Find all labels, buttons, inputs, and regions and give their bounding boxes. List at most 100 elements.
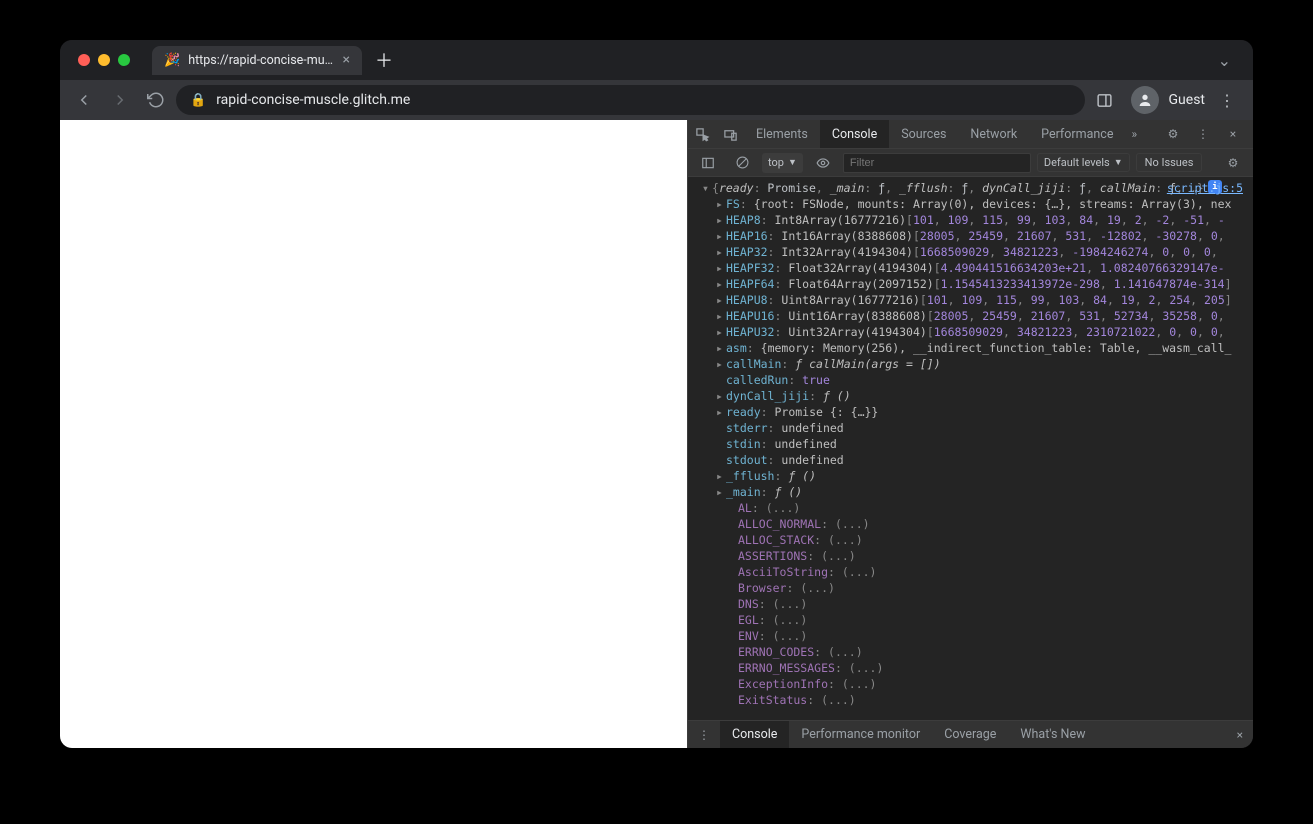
expand-arrow-icon[interactable]: ▸ — [716, 308, 726, 324]
devtools-tab-network[interactable]: Network — [958, 120, 1029, 148]
expand-arrow-icon[interactable]: ▸ — [716, 324, 726, 340]
minimize-window-icon[interactable] — [98, 54, 110, 66]
console-row[interactable]: ASSERTIONS: (...) — [694, 548, 1253, 564]
close-devtools-icon[interactable]: × — [1219, 127, 1247, 141]
drawer-tab-console[interactable]: Console — [720, 721, 789, 748]
console-row[interactable]: stdin: undefined — [694, 436, 1253, 452]
expand-arrow-icon[interactable]: ▸ — [716, 260, 726, 276]
expand-arrow-icon[interactable]: ▸ — [716, 468, 726, 484]
maximize-window-icon[interactable] — [118, 54, 130, 66]
issues-button[interactable]: No Issues — [1136, 153, 1203, 172]
expand-arrow-icon[interactable]: ▸ — [716, 228, 726, 244]
console-row[interactable]: ALLOC_STACK: (...) — [694, 532, 1253, 548]
console-row[interactable]: stderr: undefined — [694, 420, 1253, 436]
console-row[interactable]: ▸_main: ƒ () — [694, 484, 1253, 500]
expand-arrow-icon[interactable]: ▸ — [716, 244, 726, 260]
settings-gear-icon[interactable]: ⚙ — [1159, 127, 1187, 141]
console-row[interactable]: ERRNO_CODES: (...) — [694, 644, 1253, 660]
page-viewport[interactable] — [60, 120, 687, 748]
url-text: rapid-concise-muscle.glitch.me — [216, 92, 410, 108]
console-row[interactable]: EGL: (...) — [694, 612, 1253, 628]
console-filter-input[interactable] — [843, 153, 1031, 173]
console-row[interactable]: ▸FS: {root: FSNode, mounts: Array(0), de… — [694, 196, 1253, 212]
drawer-tab-performance-monitor[interactable]: Performance monitor — [789, 721, 932, 748]
window-controls — [68, 54, 140, 66]
console-row[interactable]: ▸dynCall_jiji: ƒ () — [694, 388, 1253, 404]
console-row[interactable]: ▸ready: Promise {: {…}} — [694, 404, 1253, 420]
devtools-tab-elements[interactable]: Elements — [744, 120, 820, 148]
console-row[interactable]: ▸HEAPU16: Uint16Array(8388608) [28005, 2… — [694, 308, 1253, 324]
console-row[interactable]: ▸HEAPF64: Float64Array(2097152) [1.15454… — [694, 276, 1253, 292]
device-toolbar-icon[interactable] — [716, 127, 744, 142]
profile-avatar-icon[interactable] — [1131, 86, 1159, 114]
devtools-menu-icon[interactable]: ⋮ — [1189, 127, 1217, 141]
console-row[interactable]: ▸HEAP8: Int8Array(16777216) [101, 109, 1… — [694, 212, 1253, 228]
browser-menu-button[interactable]: ⋮ — [1209, 91, 1245, 110]
tabs-dropdown-icon[interactable]: ⌄ — [1204, 51, 1245, 70]
console-row[interactable]: ▸HEAP16: Int16Array(8388608) [28005, 254… — [694, 228, 1253, 244]
expand-arrow-icon[interactable]: ▸ — [716, 340, 726, 356]
devtools-tab-sources[interactable]: Sources — [889, 120, 958, 148]
devtools-tab-console[interactable]: Console — [820, 120, 889, 148]
forward-button[interactable] — [104, 84, 136, 116]
console-row[interactable]: ▸HEAP32: Int32Array(4194304) [1668509029… — [694, 244, 1253, 260]
browser-tab[interactable]: 🎉 https://rapid-concise-muscle.g × — [152, 46, 362, 75]
console-row[interactable]: Browser: (...) — [694, 580, 1253, 596]
console-row[interactable]: ExceptionInfo: (...) — [694, 676, 1253, 692]
inspect-element-icon[interactable] — [688, 127, 716, 142]
console-row[interactable]: ALLOC_NORMAL: (...) — [694, 516, 1253, 532]
close-tab-icon[interactable]: × — [343, 53, 350, 67]
source-link[interactable]: script.js:5 — [1167, 180, 1243, 196]
console-row[interactable]: AL: (...) — [694, 500, 1253, 516]
expand-arrow-icon[interactable]: ▸ — [716, 196, 726, 212]
console-output[interactable]: script.js:5 ▾{ready: Promise, _main: ƒ, … — [688, 177, 1253, 720]
favicon-icon: 🎉 — [164, 53, 180, 68]
console-row[interactable]: ▸HEAPU8: Uint8Array(16777216) [101, 109,… — [694, 292, 1253, 308]
expand-arrow-icon[interactable]: ▸ — [716, 388, 726, 404]
back-button[interactable] — [68, 84, 100, 116]
tab-title: https://rapid-concise-muscle.g — [188, 53, 334, 68]
console-settings-icon[interactable]: ⚙ — [1219, 156, 1247, 170]
new-tab-button[interactable]: ＋ — [370, 46, 398, 74]
devtools-drawer: ⋮ ConsolePerformance monitorCoverageWhat… — [688, 720, 1253, 748]
profile-label: Guest — [1169, 92, 1205, 108]
clear-console-icon[interactable] — [728, 156, 756, 169]
lock-icon: 🔒 — [190, 93, 206, 108]
side-panel-button[interactable] — [1089, 84, 1121, 116]
console-row[interactable]: ▸HEAPF32: Float32Array(4194304) [4.49044… — [694, 260, 1253, 276]
expand-arrow-icon[interactable]: ▸ — [716, 276, 726, 292]
console-row[interactable]: ▸_fflush: ƒ () — [694, 468, 1253, 484]
expand-arrow-icon[interactable]: ▸ — [716, 212, 726, 228]
devtools-panel: ElementsConsoleSourcesNetworkPerformance… — [687, 120, 1253, 748]
address-bar: 🔒 rapid-concise-muscle.glitch.me Guest ⋮ — [60, 80, 1253, 120]
console-row[interactable]: ERRNO_MESSAGES: (...) — [694, 660, 1253, 676]
more-tabs-icon[interactable]: » — [1125, 127, 1143, 141]
console-row[interactable]: ExitStatus: (...) — [694, 692, 1253, 708]
expand-arrow-icon[interactable]: ▸ — [716, 404, 726, 420]
close-drawer-icon[interactable]: × — [1227, 728, 1253, 742]
console-row[interactable]: AsciiToString: (...) — [694, 564, 1253, 580]
drawer-tab-what-s-new[interactable]: What's New — [1008, 721, 1097, 748]
context-selector[interactable]: top▼ — [762, 153, 803, 173]
drawer-tab-coverage[interactable]: Coverage — [932, 721, 1008, 748]
devtools-tab-performance[interactable]: Performance — [1029, 120, 1125, 148]
console-row[interactable]: ENV: (...) — [694, 628, 1253, 644]
drawer-menu-icon[interactable]: ⋮ — [688, 728, 720, 742]
address-input[interactable]: 🔒 rapid-concise-muscle.glitch.me — [176, 85, 1085, 115]
console-row[interactable]: DNS: (...) — [694, 596, 1253, 612]
content-area: ElementsConsoleSourcesNetworkPerformance… — [60, 120, 1253, 748]
toggle-sidebar-icon[interactable] — [694, 156, 722, 170]
close-window-icon[interactable] — [78, 54, 90, 66]
expand-arrow-icon[interactable]: ▸ — [716, 484, 726, 500]
expand-arrow-icon[interactable]: ▸ — [716, 356, 726, 372]
live-expression-icon[interactable] — [809, 156, 837, 170]
console-row[interactable]: ▸asm: {memory: Memory(256), __indirect_f… — [694, 340, 1253, 356]
console-row[interactable]: ▸callMain: ƒ callMain(args = []) — [694, 356, 1253, 372]
collapse-arrow-icon[interactable]: ▾ — [702, 180, 712, 196]
reload-button[interactable] — [140, 84, 172, 116]
expand-arrow-icon[interactable]: ▸ — [716, 292, 726, 308]
console-row[interactable]: ▸HEAPU32: Uint32Array(4194304) [16685090… — [694, 324, 1253, 340]
console-row[interactable]: calledRun: true — [694, 372, 1253, 388]
log-levels-selector[interactable]: Default levels▼ — [1037, 153, 1130, 172]
console-row[interactable]: stdout: undefined — [694, 452, 1253, 468]
